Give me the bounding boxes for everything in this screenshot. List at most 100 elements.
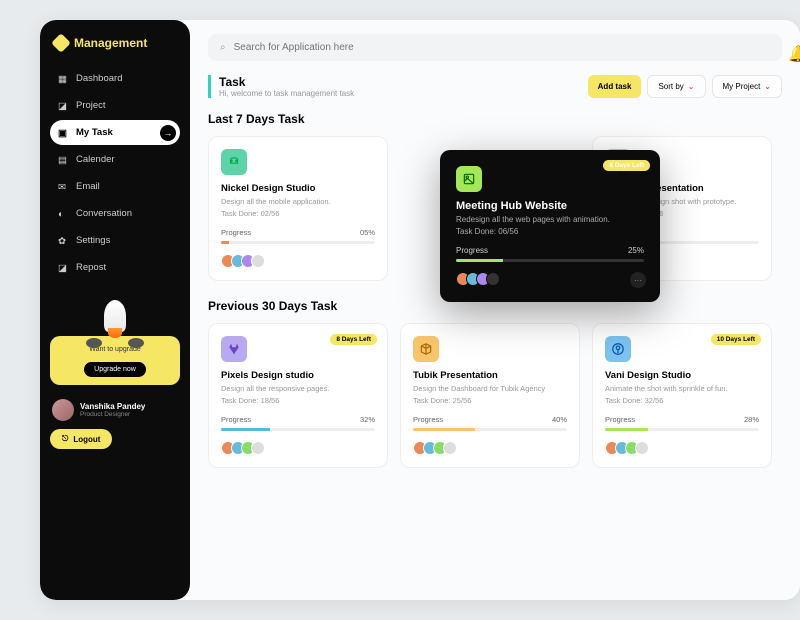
arrow-right-icon: → [160, 125, 176, 141]
card-done: Task Done: 06/56 [456, 227, 644, 236]
progress-bar [605, 428, 759, 431]
card-desc: Redesign all the web pages with animatio… [456, 215, 644, 224]
card-done: Task Done: 02/56 [221, 209, 375, 218]
repost-icon: ◪ [58, 263, 68, 273]
progress-bar [221, 241, 375, 244]
progress-value: 40% [552, 415, 567, 424]
more-icon[interactable]: ⋯ [630, 272, 646, 288]
assignees [413, 441, 567, 455]
sort-button[interactable]: Sort by ⌄ [647, 75, 705, 98]
card-title: Nickel Design Studio [221, 183, 375, 194]
days-left-badge: 10 Days Left [711, 334, 761, 345]
chat-icon: ◐ [58, 209, 68, 219]
add-task-button[interactable]: Add task [588, 75, 642, 98]
progress-label: Progress [221, 415, 251, 424]
card-desc: Design all the responsive pages. [221, 384, 375, 393]
sidebar-item-project[interactable]: ◪ Project [50, 93, 180, 118]
progress-bar [413, 428, 567, 431]
nav-label: Repost [76, 262, 106, 273]
search-bar[interactable]: ⌕ [208, 34, 782, 61]
chevron-down-icon: ⌄ [764, 82, 771, 91]
grid-icon: ▦ [58, 74, 68, 84]
sidebar-item-calender[interactable]: ▤ Calender [50, 147, 180, 172]
card-done: Task Done: 32/56 [605, 396, 759, 405]
calendar-icon: ▤ [58, 155, 68, 165]
progress-label: Progress [413, 415, 443, 424]
days-left-badge: 6 Days Left [603, 160, 650, 171]
upgrade-button[interactable]: Upgrade now [84, 362, 146, 377]
assignees [456, 272, 644, 286]
card-title: Meeting Hub Website [456, 200, 644, 212]
search-icon: ⌕ [220, 42, 226, 53]
nav-label: Calender [76, 154, 115, 165]
progress-label: Progress [605, 415, 635, 424]
check-icon: ◪ [58, 101, 68, 111]
section-title-7days: Last 7 Days Task [208, 112, 782, 126]
brand: Management [50, 36, 180, 50]
sidebar-item-conversation[interactable]: ◐Conversation [50, 201, 180, 226]
card-title: Pixels Design studio [221, 370, 375, 381]
card-done: Task Done: 25/56 [413, 396, 567, 405]
nav-label: Project [76, 100, 106, 111]
progress-label: Progress [456, 246, 488, 255]
sidebar-item-dashboard[interactable]: ▦ Dashboard [50, 66, 180, 91]
bell-icon[interactable]: 🔔 [788, 44, 800, 56]
avatar [52, 399, 74, 421]
page-title: Task [219, 75, 354, 89]
brand-text: Management [74, 36, 147, 50]
card-done: Task Done: 18/56 [221, 396, 375, 405]
card-title: Tubik Presentation [413, 370, 567, 381]
user-info: Vanshika Pandey Product Designer [80, 402, 145, 418]
task-card[interactable]: 10 Days Left Vani Design Studio Animate … [592, 323, 772, 468]
progress-value: 32% [360, 415, 375, 424]
nav-label: Dashboard [76, 73, 122, 84]
logout-icon: ⎋ [62, 434, 68, 444]
cards-30days: 8 Days Left Pixels Design studio Design … [208, 323, 782, 468]
progress-value: 05% [360, 228, 375, 237]
nav: ▦Dashboard ◪Project ▣My Task→ ▤Calender … [50, 66, 180, 280]
task-card[interactable]: 8 Days Left Pixels Design studio Design … [208, 323, 388, 468]
days-left-badge: 8 Days Left [330, 334, 377, 345]
cube-icon [413, 336, 439, 362]
assignees [221, 441, 375, 455]
assignees [221, 254, 375, 268]
card-title: Vani Design Studio [605, 370, 759, 381]
android-icon [221, 149, 247, 175]
chevron-down-icon: ⌄ [688, 82, 695, 91]
user-name: Vanshika Pandey [80, 402, 145, 411]
search-input[interactable] [234, 42, 770, 53]
progress-value: 25% [628, 246, 644, 255]
sidebar-item-settings[interactable]: ✿ Settings [50, 228, 180, 253]
filter-button[interactable]: My Project⌄ [712, 75, 783, 98]
logout-button[interactable]: ⎋ Logout [50, 429, 112, 449]
card-desc: Design all the mobile application. [221, 197, 375, 206]
gitlab-icon [221, 336, 247, 362]
main-content: ⌕ 🔔 Task Hi, welcome to task management … [190, 20, 800, 600]
progress-label: Progress [221, 228, 251, 237]
user-role: Product Designer [80, 411, 145, 418]
sidebar-item-mytask[interactable]: ▣My Task→ [50, 120, 180, 145]
progress-bar [456, 259, 644, 262]
task-card[interactable]: Tubik Presentation Design the Dashboard … [400, 323, 580, 468]
nav-label: Email [76, 181, 100, 192]
rocket-illustration [90, 300, 140, 350]
user-profile[interactable]: Vanshika Pandey Product Designer [50, 399, 180, 421]
progress-value: 28% [744, 415, 759, 424]
card-desc: Design the Dashboard for Tubik Agency [413, 384, 567, 393]
sidebar-item-repost[interactable]: ◪ Repost [50, 255, 180, 280]
task-card-featured[interactable]: 6 Days Left Meeting Hub Website Redesign… [440, 150, 660, 302]
task-card[interactable]: Nickel Design Studio Design all the mobi… [208, 136, 388, 281]
gear-icon: ✿ [58, 236, 68, 246]
sidebar: Management ▦ Dashboard ◪ Project ▣My Task→… [40, 20, 190, 600]
page-subtitle: Hi, welcome to task management task [219, 89, 354, 98]
sidebar-item-email[interactable]: ✉Email [50, 174, 180, 199]
logout-label: Logout [73, 435, 100, 444]
progress-bar [221, 428, 375, 431]
app-window: Management ▦ Dashboard ◪ Project ▣My Task→… [40, 20, 800, 600]
sort-label: Sort by [658, 82, 683, 91]
podcast-icon [605, 336, 631, 362]
nav-label: Settings [76, 235, 110, 246]
brand-icon [51, 33, 71, 53]
image-icon [456, 166, 482, 192]
filter-label: My Project [723, 82, 761, 91]
